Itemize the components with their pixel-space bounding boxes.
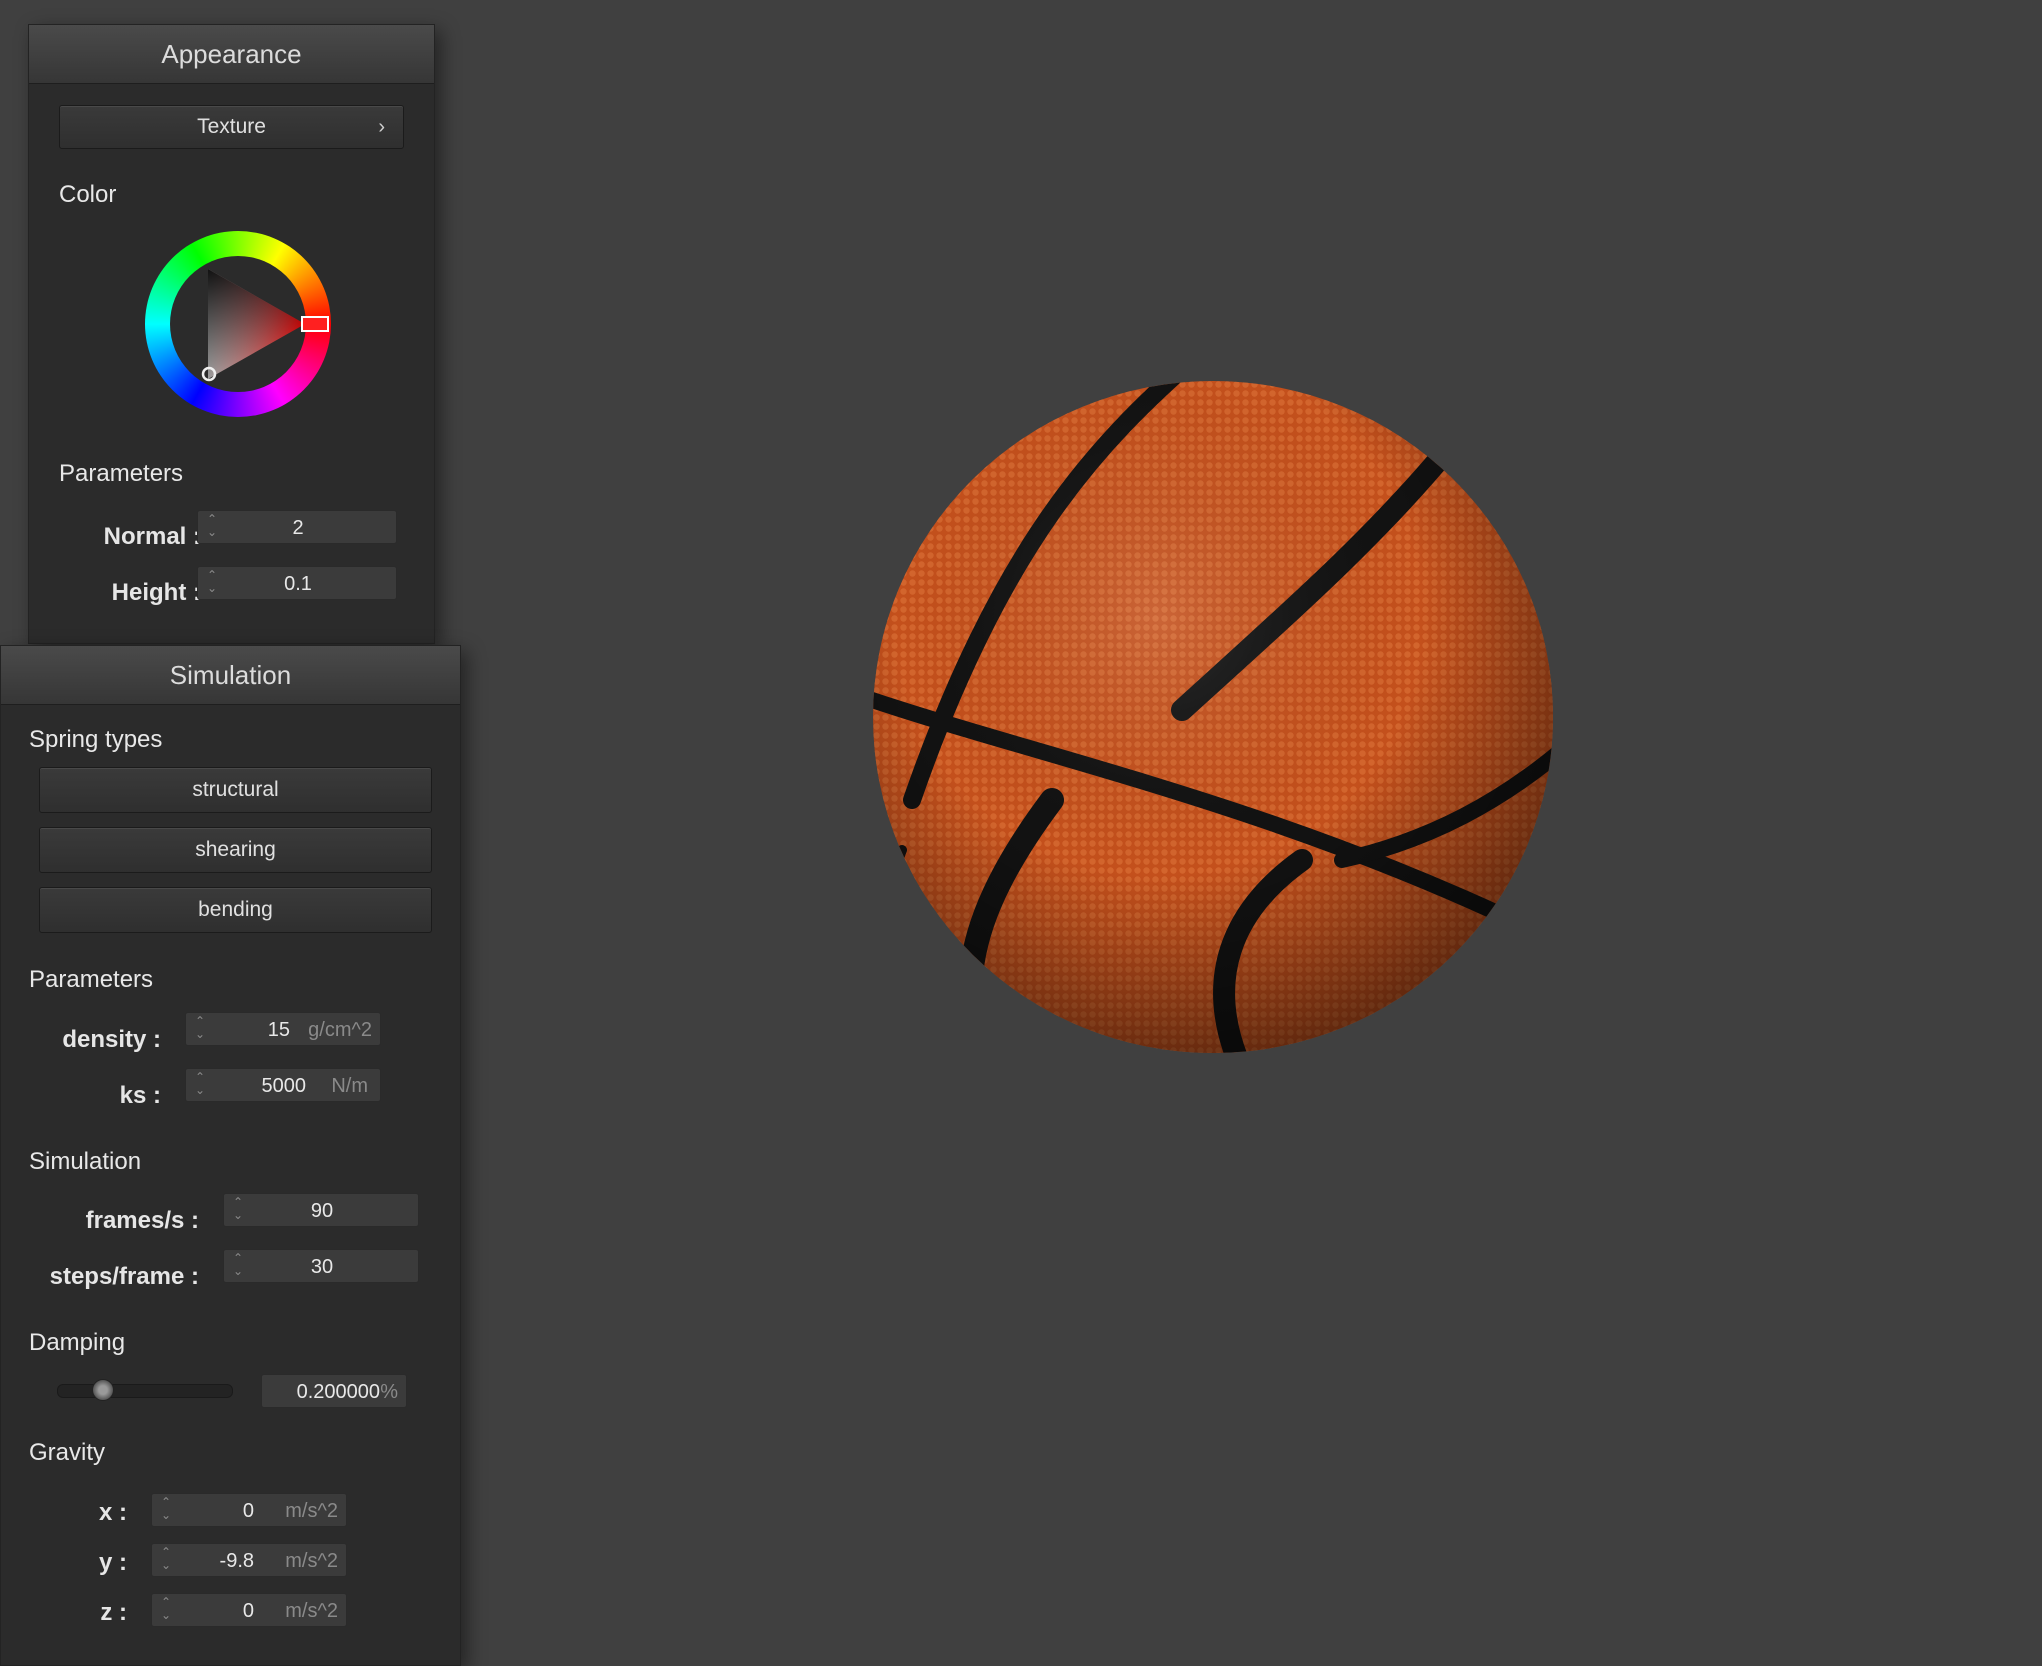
normal-label: Normal : xyxy=(103,523,201,550)
spinner-arrows-icon[interactable]: ⌃ ⌄ xyxy=(192,1015,208,1045)
gravity-z-label: z : xyxy=(100,1599,127,1626)
appearance-panel: Appearance Texture › Color Parameters No… xyxy=(28,24,435,644)
texture-button-label: Texture xyxy=(197,115,266,138)
steps-per-frame-label: steps/frame : xyxy=(49,1263,199,1290)
normal-input[interactable]: ⌃ ⌄ 2 xyxy=(197,510,397,544)
chevron-right-icon: › xyxy=(378,116,385,138)
spinner-arrows-icon[interactable]: ⌃ ⌄ xyxy=(158,1596,174,1626)
damping-input[interactable]: 0.200000 % xyxy=(261,1374,407,1408)
density-input[interactable]: ⌃ ⌄ 15 g/cm^2 xyxy=(185,1012,381,1046)
gravity-x-input[interactable]: ⌃ ⌄ 0 m/s^2 xyxy=(151,1493,347,1527)
gravity-label: Gravity xyxy=(29,1439,106,1466)
bending-button[interactable]: bending xyxy=(39,887,432,933)
ks-input[interactable]: ⌃ ⌄ 5000 N/m xyxy=(185,1068,381,1102)
steps-per-frame-input[interactable]: ⌃ ⌄ 30 xyxy=(223,1249,419,1283)
gravity-y-input[interactable]: ⌃ ⌄ -9.8 m/s^2 xyxy=(151,1543,347,1577)
simulation-parameters-label: Parameters xyxy=(29,966,154,993)
ks-label: ks : xyxy=(119,1082,161,1109)
damping-slider-handle[interactable] xyxy=(92,1379,114,1401)
texture-button[interactable]: Texture › xyxy=(59,105,404,149)
basketball-render[interactable] xyxy=(872,380,1554,1054)
structural-button[interactable]: structural xyxy=(39,767,432,813)
frames-per-second-input[interactable]: ⌃ ⌄ 90 xyxy=(223,1193,419,1227)
spinner-arrows-icon[interactable]: ⌃ ⌄ xyxy=(192,1071,208,1101)
hue-selector-handle xyxy=(301,316,329,332)
damping-label: Damping xyxy=(29,1329,126,1356)
density-label: density : xyxy=(62,1026,161,1053)
simulation-panel: Simulation Spring types structural shear… xyxy=(0,645,461,1666)
spinner-arrows-icon[interactable]: ⌃ ⌄ xyxy=(158,1546,174,1576)
gravity-z-input[interactable]: ⌃ ⌄ 0 m/s^2 xyxy=(151,1593,347,1627)
damping-slider[interactable] xyxy=(57,1379,233,1401)
appearance-parameters-label: Parameters xyxy=(59,460,184,487)
gravity-x-label: x : xyxy=(98,1499,127,1526)
color-wheel[interactable] xyxy=(145,231,331,417)
appearance-panel-title: Appearance xyxy=(29,25,434,84)
height-input[interactable]: ⌃ ⌄ 0.1 xyxy=(197,566,397,600)
spring-types-label: Spring types xyxy=(29,726,163,753)
shearing-button[interactable]: shearing xyxy=(39,827,432,873)
simulation-panel-title: Simulation xyxy=(1,646,460,705)
gravity-y-label: y : xyxy=(98,1549,127,1576)
height-label: Height : xyxy=(111,579,201,606)
simulation-section-label: Simulation xyxy=(29,1148,142,1175)
color-section-label: Color xyxy=(59,181,117,208)
spinner-arrows-icon[interactable]: ⌃ ⌄ xyxy=(158,1496,174,1526)
frames-per-second-label: frames/s : xyxy=(85,1207,199,1234)
